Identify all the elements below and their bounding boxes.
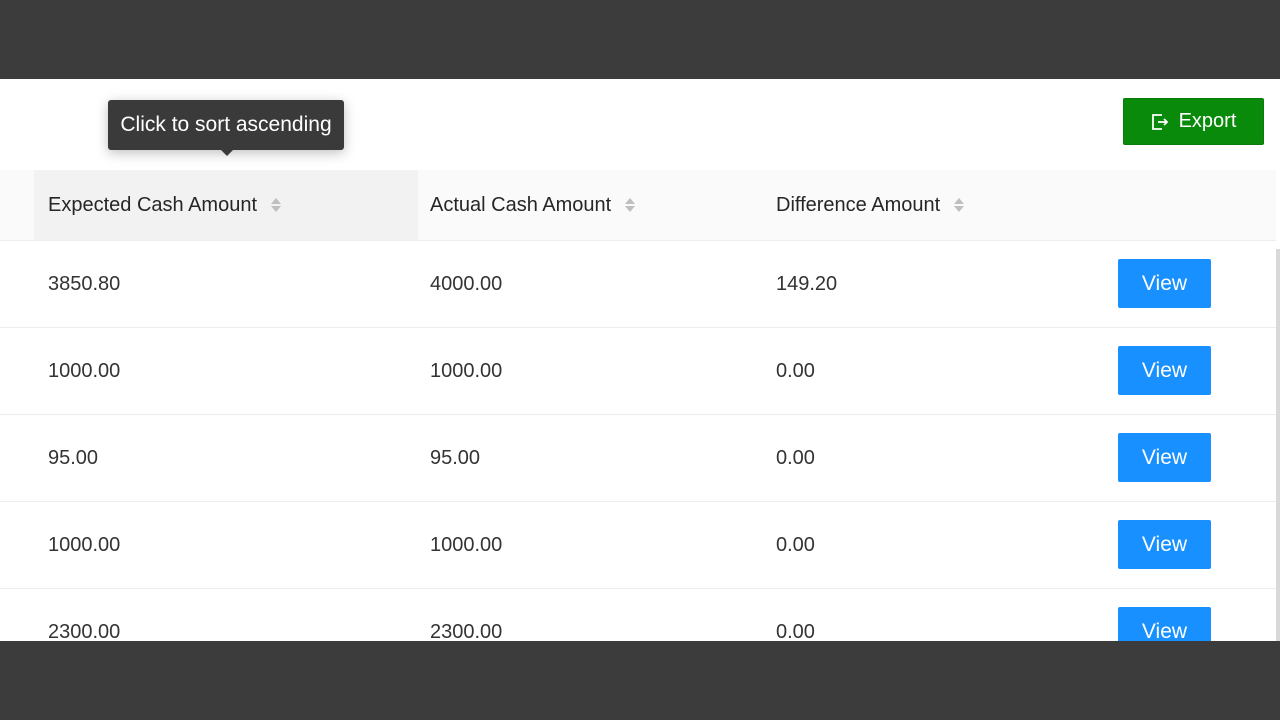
sort-icon[interactable] [625,198,636,212]
scrollbar[interactable] [1276,249,1280,641]
table-row: 1000.00 1000.00 0.00 View [0,502,1276,589]
expected-cash-cell: 1000.00 [48,533,121,556]
expected-cash-cell: 3850.80 [48,272,121,295]
tooltip-arrow [221,150,233,156]
actual-cash-cell: 2300.00 [430,620,503,642]
difference-cell: 0.00 [776,533,815,556]
content-panel: Export Expected Cash Amount Actual Cash … [0,79,1280,641]
expected-cash-cell: 1000.00 [48,359,121,382]
sort-tooltip: Click to sort ascending [108,100,344,150]
column-header-expected-cash[interactable]: Expected Cash Amount [48,170,282,240]
sort-icon[interactable] [954,198,965,212]
actual-cash-cell: 95.00 [430,446,481,469]
table-row: 95.00 95.00 0.00 View [0,415,1276,502]
view-button[interactable]: View [1118,346,1211,395]
difference-cell: 0.00 [776,620,815,642]
difference-cell: 149.20 [776,272,838,295]
actual-cash-cell: 1000.00 [430,359,503,382]
view-button[interactable]: View [1118,607,1211,641]
table-row: 1000.00 1000.00 0.00 View [0,328,1276,415]
column-header-label: Actual Cash Amount [430,193,612,216]
export-icon [1151,113,1168,130]
export-label: Export [1178,110,1237,132]
column-header-actual-cash[interactable]: Actual Cash Amount [430,170,636,240]
export-button[interactable]: Export [1123,98,1264,145]
difference-cell: 0.00 [776,359,815,382]
view-button[interactable]: View [1118,433,1211,482]
table-row: 3850.80 4000.00 149.20 View [0,241,1276,328]
cash-table: Expected Cash Amount Actual Cash Amount … [0,170,1276,641]
table-header: Expected Cash Amount Actual Cash Amount … [0,170,1276,241]
expected-cash-cell: 2300.00 [48,620,121,642]
column-header-difference[interactable]: Difference Amount [776,170,965,240]
view-button[interactable]: View [1118,520,1211,569]
table-row: 2300.00 2300.00 0.00 View [0,589,1276,641]
column-header-label: Difference Amount [776,193,941,216]
sort-icon[interactable] [271,198,282,212]
expected-cash-cell: 95.00 [48,446,99,469]
view-button[interactable]: View [1118,259,1211,308]
column-header-label: Expected Cash Amount [48,193,258,216]
actual-cash-cell: 4000.00 [430,272,503,295]
actual-cash-cell: 1000.00 [430,533,503,556]
difference-cell: 0.00 [776,446,815,469]
